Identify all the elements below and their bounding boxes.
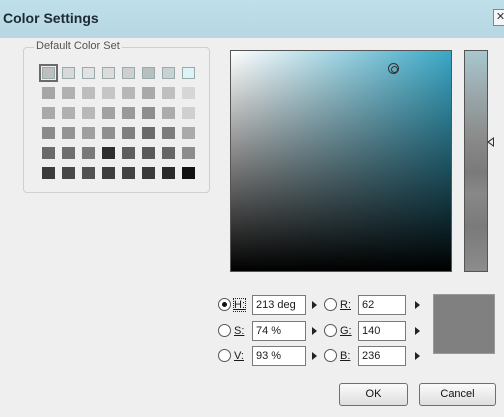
close-icon[interactable]: ✕ — [493, 9, 504, 26]
hue-row: H: 213 deg — [218, 294, 318, 315]
value-radio[interactable] — [218, 349, 231, 362]
green-label: G: — [340, 325, 352, 337]
saturation-label: S: — [234, 325, 245, 337]
color-swatch[interactable] — [62, 67, 75, 79]
value-row: V: 93 % — [218, 345, 318, 366]
saturation-spin-arrow-icon[interactable] — [312, 327, 317, 335]
green-spin-arrow-icon[interactable] — [415, 327, 420, 335]
green-radio[interactable] — [324, 324, 337, 337]
color-swatch[interactable] — [62, 167, 75, 179]
slider-handle-icon[interactable] — [487, 137, 494, 147]
color-swatch[interactable] — [42, 87, 55, 99]
color-swatch[interactable] — [142, 67, 155, 79]
value-spin-arrow-icon[interactable] — [312, 352, 317, 360]
color-swatch[interactable] — [122, 107, 135, 119]
color-swatch[interactable] — [102, 87, 115, 99]
red-label: R: — [340, 299, 351, 311]
color-swatch[interactable] — [162, 147, 175, 159]
red-radio[interactable] — [324, 298, 337, 311]
color-swatch[interactable] — [42, 167, 55, 179]
color-swatch[interactable] — [62, 127, 75, 139]
color-swatch[interactable] — [42, 147, 55, 159]
color-swatch[interactable] — [182, 67, 195, 79]
hue-spin-arrow-icon[interactable] — [312, 301, 317, 309]
color-swatch[interactable] — [82, 127, 95, 139]
color-swatch[interactable] — [82, 167, 95, 179]
color-swatch[interactable] — [122, 67, 135, 79]
color-swatch[interactable] — [39, 64, 58, 82]
color-swatch[interactable] — [182, 127, 195, 139]
swatch-grid — [39, 64, 195, 179]
color-swatch[interactable] — [122, 127, 135, 139]
blue-spin-arrow-icon[interactable] — [415, 352, 420, 360]
saturation-field[interactable]: 74 % — [252, 321, 306, 341]
red-field[interactable]: 62 — [358, 295, 406, 315]
red-spin-arrow-icon[interactable] — [415, 301, 420, 309]
color-swatch[interactable] — [142, 87, 155, 99]
color-swatch[interactable] — [182, 167, 195, 179]
color-swatch[interactable] — [102, 147, 115, 159]
color-swatch[interactable] — [162, 167, 175, 179]
color-swatch[interactable] — [122, 167, 135, 179]
blue-field[interactable]: 236 — [358, 346, 406, 366]
value-label: V: — [234, 350, 244, 362]
color-swatch[interactable] — [142, 147, 155, 159]
color-swatch[interactable] — [62, 147, 75, 159]
color-preview — [433, 294, 495, 354]
blue-radio[interactable] — [324, 349, 337, 362]
blue-label: B: — [340, 350, 351, 362]
title-bar[interactable]: Color Settings ✕ — [0, 0, 504, 38]
cancel-button[interactable]: Cancel — [419, 383, 496, 406]
color-swatch[interactable] — [82, 107, 95, 119]
color-swatch[interactable] — [82, 67, 95, 79]
ok-button[interactable]: OK — [339, 383, 408, 406]
color-swatch[interactable] — [122, 147, 135, 159]
color-swatch[interactable] — [42, 127, 55, 139]
color-swatch[interactable] — [162, 107, 175, 119]
red-row: R: 62 — [324, 294, 424, 315]
color-swatch[interactable] — [142, 127, 155, 139]
hue-field[interactable]: 213 deg — [252, 295, 306, 315]
color-swatch[interactable] — [162, 87, 175, 99]
color-swatch[interactable] — [162, 127, 175, 139]
default-color-set-label: Default Color Set — [34, 40, 122, 52]
color-settings-window: Color Settings ✕ Default Color Set H: 21… — [0, 0, 504, 417]
window-title: Color Settings — [3, 10, 99, 26]
color-swatch[interactable] — [142, 107, 155, 119]
color-swatch[interactable] — [42, 107, 55, 119]
color-swatch[interactable] — [102, 167, 115, 179]
color-swatch[interactable] — [122, 87, 135, 99]
hue-slider[interactable] — [464, 50, 488, 272]
color-swatch[interactable] — [62, 87, 75, 99]
color-swatch[interactable] — [182, 107, 195, 119]
color-picker-cursor-icon[interactable] — [388, 63, 399, 74]
color-swatch[interactable] — [82, 147, 95, 159]
saturation-radio[interactable] — [218, 324, 231, 337]
green-field[interactable]: 140 — [358, 321, 406, 341]
color-swatch[interactable] — [162, 67, 175, 79]
color-swatch[interactable] — [102, 107, 115, 119]
saturation-value-field[interactable] — [230, 50, 452, 272]
blue-row: B: 236 — [324, 345, 424, 366]
color-swatch[interactable] — [82, 87, 95, 99]
color-swatch[interactable] — [102, 67, 115, 79]
hue-label: H: — [233, 298, 246, 312]
saturation-row: S: 74 % — [218, 320, 318, 341]
color-swatch[interactable] — [142, 167, 155, 179]
hue-radio[interactable] — [218, 298, 231, 311]
color-swatch[interactable] — [62, 107, 75, 119]
color-swatch[interactable] — [102, 127, 115, 139]
color-swatch[interactable] — [182, 87, 195, 99]
color-swatch[interactable] — [182, 147, 195, 159]
value-field[interactable]: 93 % — [252, 346, 306, 366]
green-row: G: 140 — [324, 320, 424, 341]
